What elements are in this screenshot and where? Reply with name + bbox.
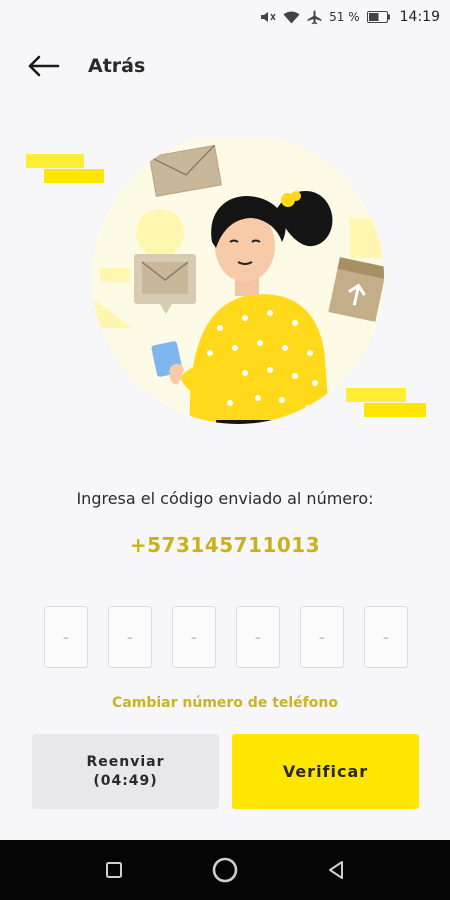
- navigation-bar: [0, 840, 450, 900]
- mute-icon: [260, 10, 276, 24]
- triangle-back-icon: [329, 861, 343, 879]
- circle-icon: [212, 857, 238, 883]
- airplane-icon: [307, 10, 322, 25]
- woman-holding-phone-illustration: [20, 132, 430, 433]
- page-title: Atrás: [88, 55, 146, 77]
- code-digit-4[interactable]: -: [236, 606, 280, 668]
- header: Atrás: [0, 44, 450, 88]
- code-digit-5[interactable]: -: [300, 606, 344, 668]
- resend-button[interactable]: Reenviar (04:49): [32, 734, 219, 809]
- home-button[interactable]: [211, 856, 239, 884]
- verify-button[interactable]: Verificar: [232, 734, 419, 809]
- arrow-left-icon: [28, 55, 60, 77]
- back-nav-button[interactable]: [322, 856, 350, 884]
- battery-icon: [366, 11, 391, 23]
- code-digit-3[interactable]: -: [172, 606, 216, 668]
- resend-timer: (04:49): [93, 772, 158, 789]
- resend-label: Reenviar: [86, 753, 165, 770]
- phone-number: +573145711013: [129, 533, 321, 557]
- instruction-text: Ingresa el código enviado al número:: [76, 489, 374, 508]
- wifi-icon: [283, 10, 300, 24]
- code-digit-6[interactable]: -: [364, 606, 408, 668]
- code-digit-1[interactable]: -: [44, 606, 88, 668]
- code-digit-2[interactable]: -: [108, 606, 152, 668]
- status-bar: 51 % 14:19: [0, 0, 450, 34]
- square-icon: [106, 862, 122, 878]
- battery-percent: 51 %: [329, 10, 360, 24]
- status-clock: 14:19: [399, 9, 440, 25]
- code-input-row: - - - - - -: [44, 606, 408, 668]
- change-phone-number-link[interactable]: Cambiar número de teléfono: [0, 695, 450, 711]
- recent-apps-button[interactable]: [100, 856, 128, 884]
- back-button[interactable]: [26, 52, 66, 80]
